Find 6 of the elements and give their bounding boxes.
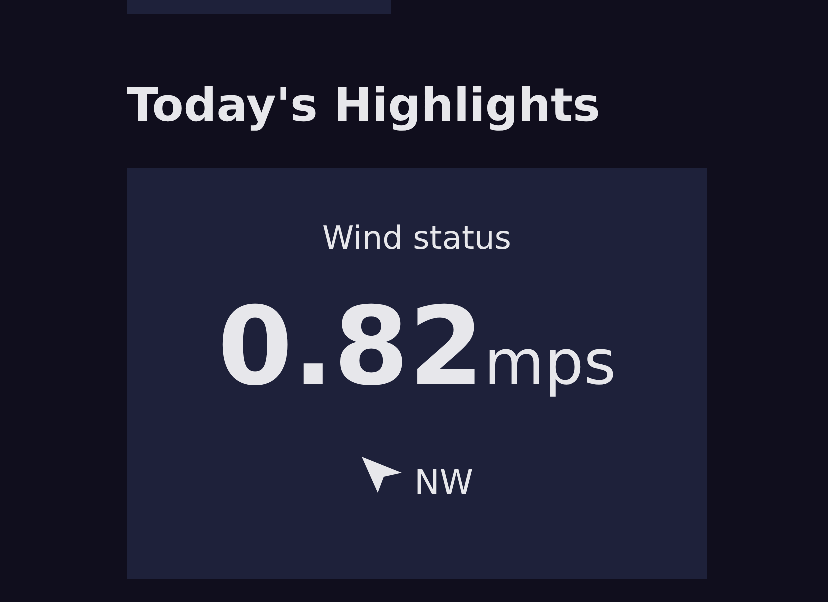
wind-speed-value: 0.82 bbox=[218, 288, 484, 408]
card-title: Wind status bbox=[322, 218, 512, 258]
wind-direction: NW bbox=[414, 462, 474, 504]
navigation-arrow-icon bbox=[360, 455, 404, 495]
section-heading: Today's Highlights bbox=[127, 77, 600, 134]
speed-unit: mps bbox=[484, 325, 616, 401]
